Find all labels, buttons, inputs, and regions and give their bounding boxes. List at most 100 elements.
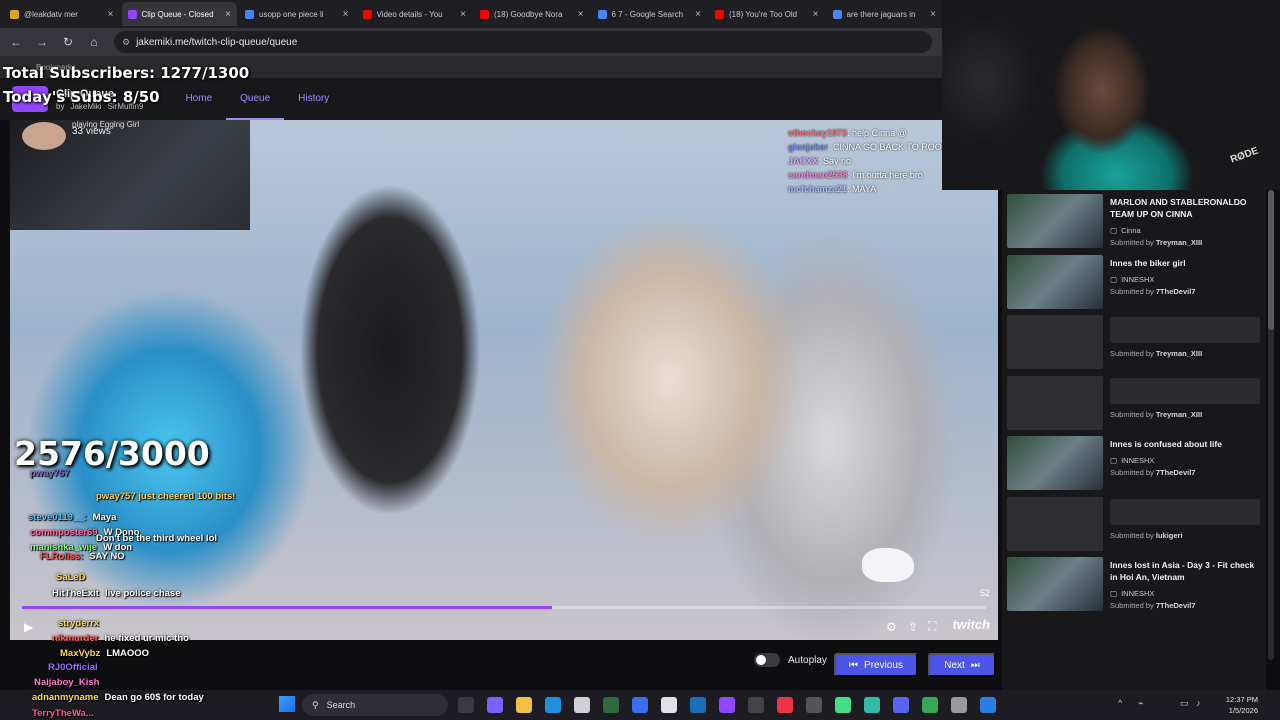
wifi-off-icon[interactable]: ⌁ <box>1138 698 1143 709</box>
tab-close-icon[interactable]: × <box>225 9 231 20</box>
queue-item[interactable]: Innes the biker girl ▢ INNESHX Submitted by… <box>1007 254 1263 311</box>
network-icon[interactable]: ▭ <box>1180 698 1189 709</box>
chat-username: glenjoker <box>788 142 829 152</box>
tab-favicon-icon <box>127 9 137 19</box>
queue-item-title: MARLON AND STABLERONALDO TEAM UP ON CINN… <box>1110 197 1247 219</box>
clip-video-player[interactable]: playing Egging Girl 33 views vthockey197… <box>10 120 998 640</box>
overlay-chat-line: adnanmyname Dean go 60$ for today <box>32 692 204 703</box>
edge-icon[interactable] <box>545 697 561 713</box>
browser-tab[interactable]: 6 7 - Google Search × <box>592 2 708 26</box>
autoplay-toggle[interactable] <box>754 653 780 667</box>
queue-item[interactable]: Submitted by lukigeri <box>1007 496 1263 553</box>
fullscreen-icon[interactable]: ⛶ <box>928 619 936 634</box>
tab-favicon-icon <box>480 9 489 19</box>
tab-favicon-icon <box>715 9 724 19</box>
tray-chevron-icon[interactable]: ^ <box>1118 698 1122 708</box>
browser-tab[interactable]: are there jaguars in × <box>827 2 943 26</box>
clip-views: 33 views <box>72 126 111 137</box>
copilot-icon[interactable] <box>487 697 503 713</box>
queue-item-submitter: Submitted by 7TheDevil7 <box>1110 287 1195 296</box>
excel-icon[interactable] <box>603 697 619 713</box>
task-view-icon[interactable] <box>458 697 474 713</box>
queue-scroll-thumb[interactable] <box>1268 190 1274 330</box>
tab-close-icon[interactable]: × <box>930 9 936 20</box>
app-icon-5[interactable] <box>806 697 822 713</box>
chrome-icon[interactable] <box>922 697 938 713</box>
app-icon-2[interactable] <box>661 697 677 713</box>
taskbar-clock[interactable]: 12:37 PM 1/5/2026 <box>1226 694 1258 716</box>
tab-favicon-icon <box>832 9 842 19</box>
file-explorer-icon[interactable] <box>516 697 532 713</box>
queue-item-thumbnail[interactable] <box>1007 557 1103 611</box>
queue-item-thumbnail[interactable] <box>1007 254 1103 309</box>
app-icon-3[interactable] <box>748 697 764 713</box>
queue-item[interactable]: Innes is confused about life ▢ INNESHX Subm… <box>1007 436 1263 492</box>
site-info-icon[interactable]: ⚙ <box>122 37 130 48</box>
previous-button[interactable]: ⏮ Previous <box>834 653 918 677</box>
home-icon[interactable]: ⌂ <box>88 35 100 49</box>
url-field[interactable]: ⚙ jakemiki.me/twitch-clip-queue/queue <box>114 31 932 53</box>
browser-tab[interactable]: (18) You're Too Old × <box>709 2 825 26</box>
queue-item-thumbnail[interactable] <box>1007 496 1103 551</box>
nav-queue[interactable]: Queue <box>226 78 285 120</box>
app-icon-6[interactable] <box>835 697 851 713</box>
queue-item[interactable]: Submitted by Treyman_XIII <box>1007 315 1263 371</box>
queue-item[interactable]: Submitted by Treyman_XIII <box>1007 375 1263 432</box>
tab-close-icon[interactable]: × <box>813 9 819 20</box>
browser-tab[interactable]: usopp one piece li × <box>239 2 355 26</box>
overlay-chat-username: RJ0Official <box>48 662 98 673</box>
app-icon-8[interactable] <box>980 697 996 713</box>
volume-icon[interactable]: ♪ <box>1196 698 1201 708</box>
tab-close-icon[interactable]: × <box>343 9 349 20</box>
store-icon[interactable] <box>574 697 590 713</box>
tab-close-icon[interactable]: × <box>695 9 701 20</box>
reload-icon[interactable]: ↻ <box>62 35 74 49</box>
settings-app-icon[interactable] <box>951 697 967 713</box>
queue-item[interactable]: MARLON AND STABLERONALDO TEAM UP ON CINN… <box>1007 194 1263 250</box>
ghost-mascot-icon <box>862 548 914 582</box>
next-label: Next <box>944 659 965 671</box>
steam-icon[interactable] <box>690 697 706 713</box>
discord-icon[interactable] <box>893 697 909 713</box>
browser-tab[interactable]: Video details - You × <box>357 2 473 26</box>
tab-close-icon[interactable]: × <box>460 9 466 20</box>
windows-start-icon[interactable] <box>279 696 295 712</box>
overlay-chat-username: TerryTheWa... <box>32 708 94 719</box>
nav-home[interactable]: Home <box>171 78 226 120</box>
overlay-chat-line: HitTheExit live police chase <box>52 588 181 599</box>
autoplay-control[interactable]: Autoplay <box>754 653 827 667</box>
overlay-chat-message: pway757 just cheered 100 bits! <box>96 491 236 502</box>
queue-item-submitter: Submitted by lukigeri <box>1110 531 1183 540</box>
browser-tab[interactable]: @leakdatv mer × <box>4 2 120 26</box>
browser-tab[interactable]: (18) Goodbye Nora × <box>474 2 590 26</box>
queue-item-thumbnail[interactable] <box>1007 194 1103 248</box>
queue-scrollbar[interactable] <box>1268 190 1274 660</box>
taskbar-search[interactable]: ⚲ Search <box>302 694 448 716</box>
settings-gear-icon[interactable]: ⚙ <box>886 620 897 634</box>
queue-item-submitter: Submitted by Treyman_XIII <box>1110 410 1202 419</box>
queue-item-thumbnail[interactable] <box>1007 375 1103 430</box>
next-button[interactable]: Next ⏭ <box>928 653 996 677</box>
queue-item-thumbnail[interactable] <box>1007 436 1103 490</box>
queue-item-channel-name: INNESHX <box>1121 589 1155 598</box>
autoplay-label: Autoplay <box>788 654 827 666</box>
video-progress-bar[interactable] <box>22 606 986 609</box>
share-icon[interactable]: ⇧ <box>908 620 918 634</box>
twitch-logo[interactable]: twitch <box>952 617 990 632</box>
play-icon[interactable]: ▶ <box>24 620 33 634</box>
queue-item-thumbnail[interactable] <box>1007 315 1103 369</box>
browser-tab[interactable]: Clip Queue - Closed × <box>121 2 237 26</box>
submitted-by-prefix: Submitted by <box>1110 286 1154 296</box>
queue-item[interactable]: Innes lost in Asia - Day 3 - Fit check i… <box>1007 557 1263 613</box>
nav-history[interactable]: History <box>284 78 343 120</box>
nav-links: Home Queue History <box>171 78 343 120</box>
clip-queue-list: MARLON AND STABLERONALDO TEAM UP ON CINN… <box>1002 190 1266 690</box>
forward-icon[interactable]: → <box>36 35 48 49</box>
tab-close-icon[interactable]: × <box>108 9 114 20</box>
app-icon-1[interactable] <box>632 697 648 713</box>
tab-close-icon[interactable]: × <box>578 9 584 20</box>
app-icon-7[interactable] <box>864 697 880 713</box>
back-icon[interactable]: ← <box>10 35 22 49</box>
app-icon-4[interactable] <box>777 697 793 713</box>
twitch-app-icon[interactable] <box>719 697 735 713</box>
